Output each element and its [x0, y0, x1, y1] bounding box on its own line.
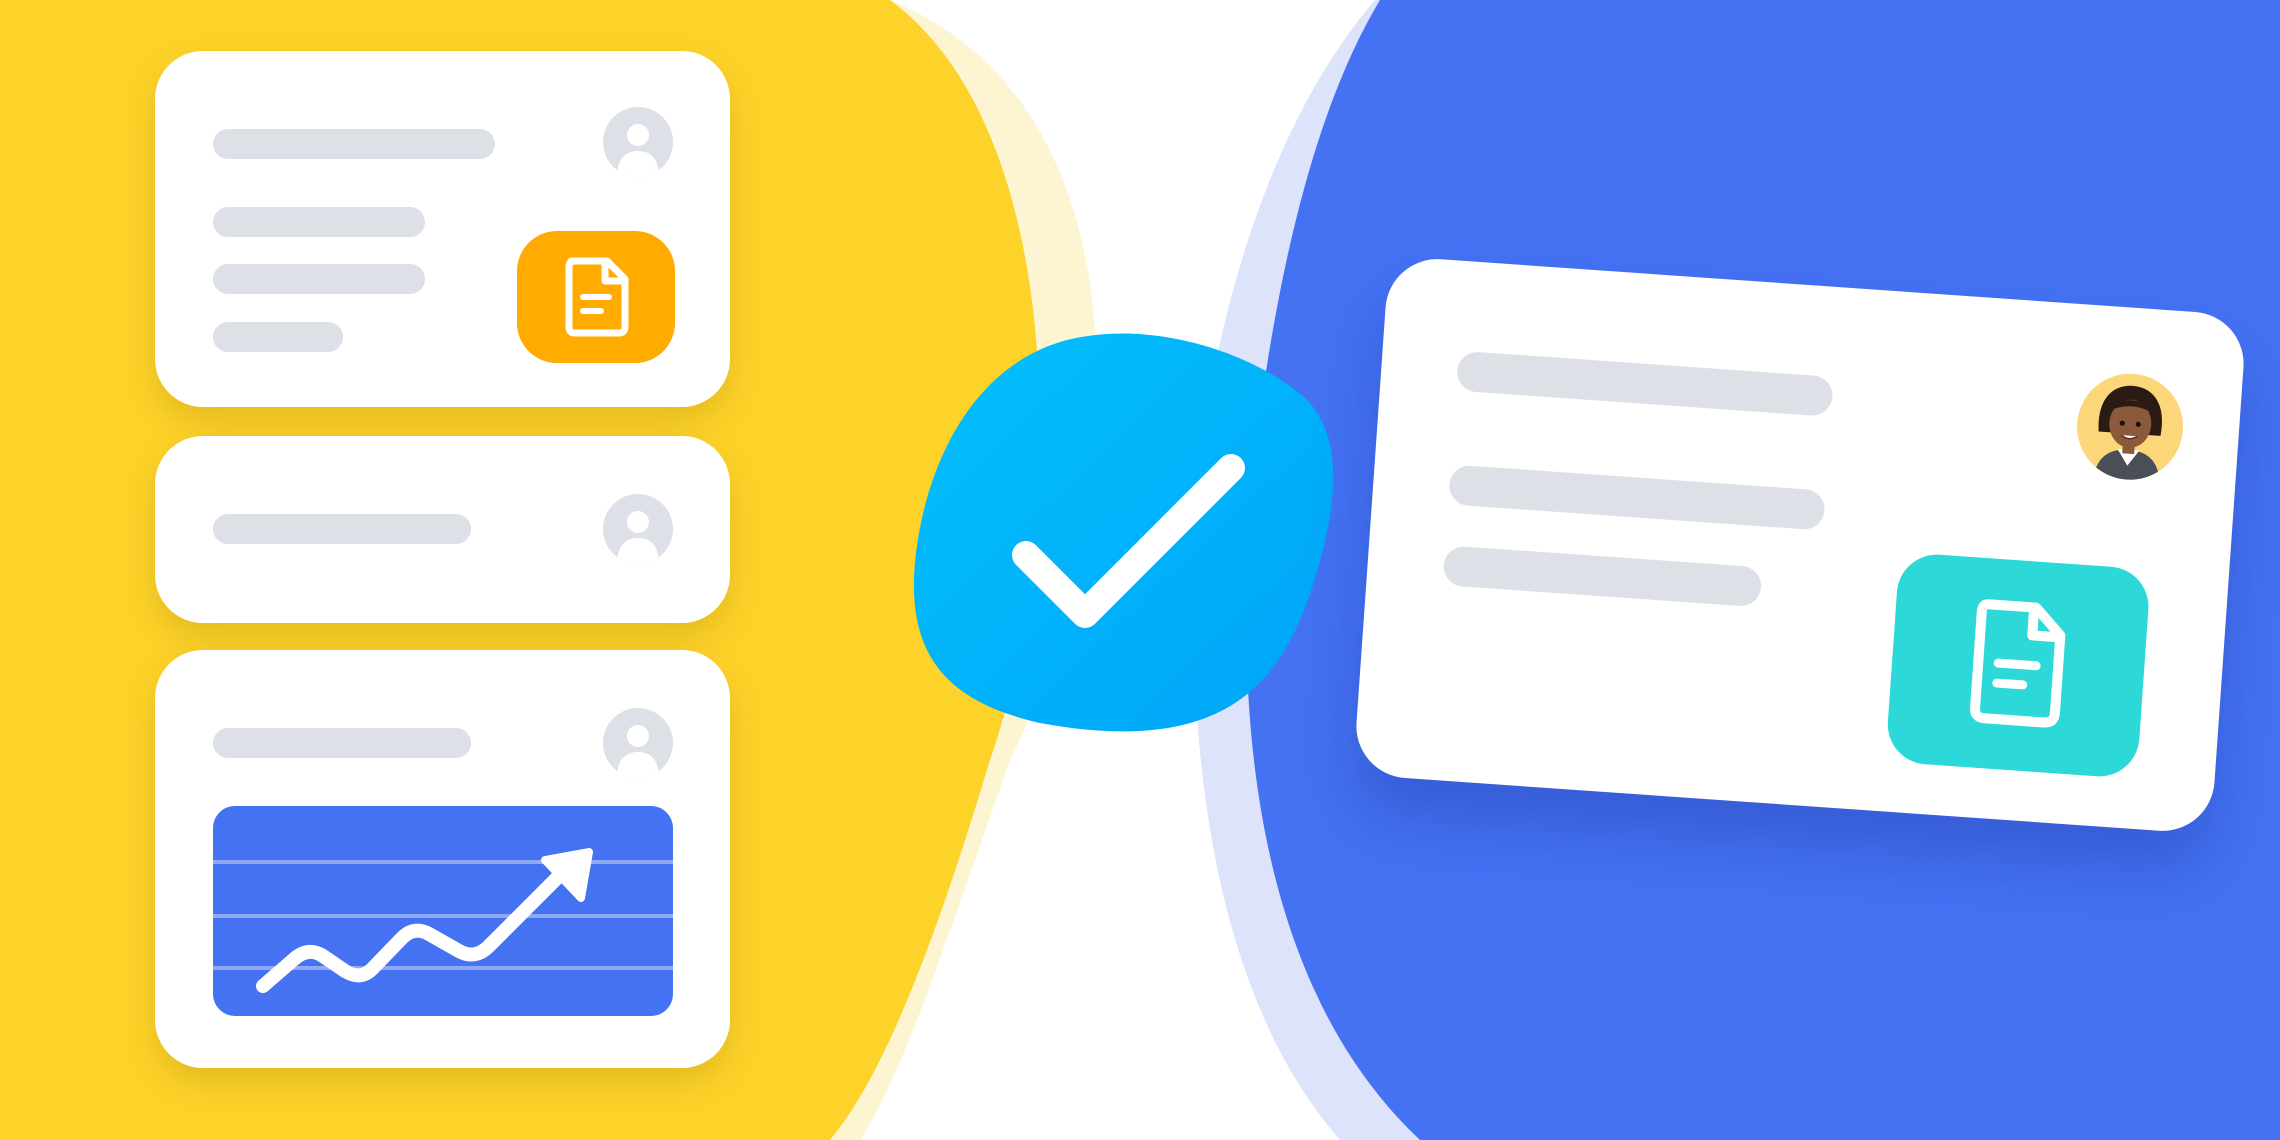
placeholder-line	[213, 207, 425, 237]
placeholder-line	[213, 129, 495, 159]
woman-avatar-icon	[2073, 370, 2187, 484]
chart-card	[155, 650, 730, 1068]
profile-id-card	[1352, 255, 2248, 835]
document-icon	[1970, 599, 2066, 728]
placeholder-line	[213, 322, 343, 352]
placeholder-line	[1447, 464, 1826, 531]
document-tile	[1885, 551, 2152, 780]
document-tile	[517, 231, 675, 363]
compact-card	[155, 436, 730, 623]
document-icon	[565, 257, 629, 337]
placeholder-line	[213, 514, 471, 544]
chart-panel	[213, 806, 673, 1016]
placeholder-line	[1455, 350, 1834, 417]
document-card	[155, 51, 730, 407]
trending-up-chart-icon	[213, 848, 673, 993]
user-placeholder-icon	[603, 708, 673, 778]
user-placeholder-icon	[603, 494, 673, 564]
placeholder-line	[213, 264, 425, 294]
placeholder-line	[213, 728, 471, 758]
checkmark-badge	[913, 333, 1334, 732]
placeholder-line	[1442, 545, 1763, 608]
user-placeholder-icon	[603, 107, 673, 177]
